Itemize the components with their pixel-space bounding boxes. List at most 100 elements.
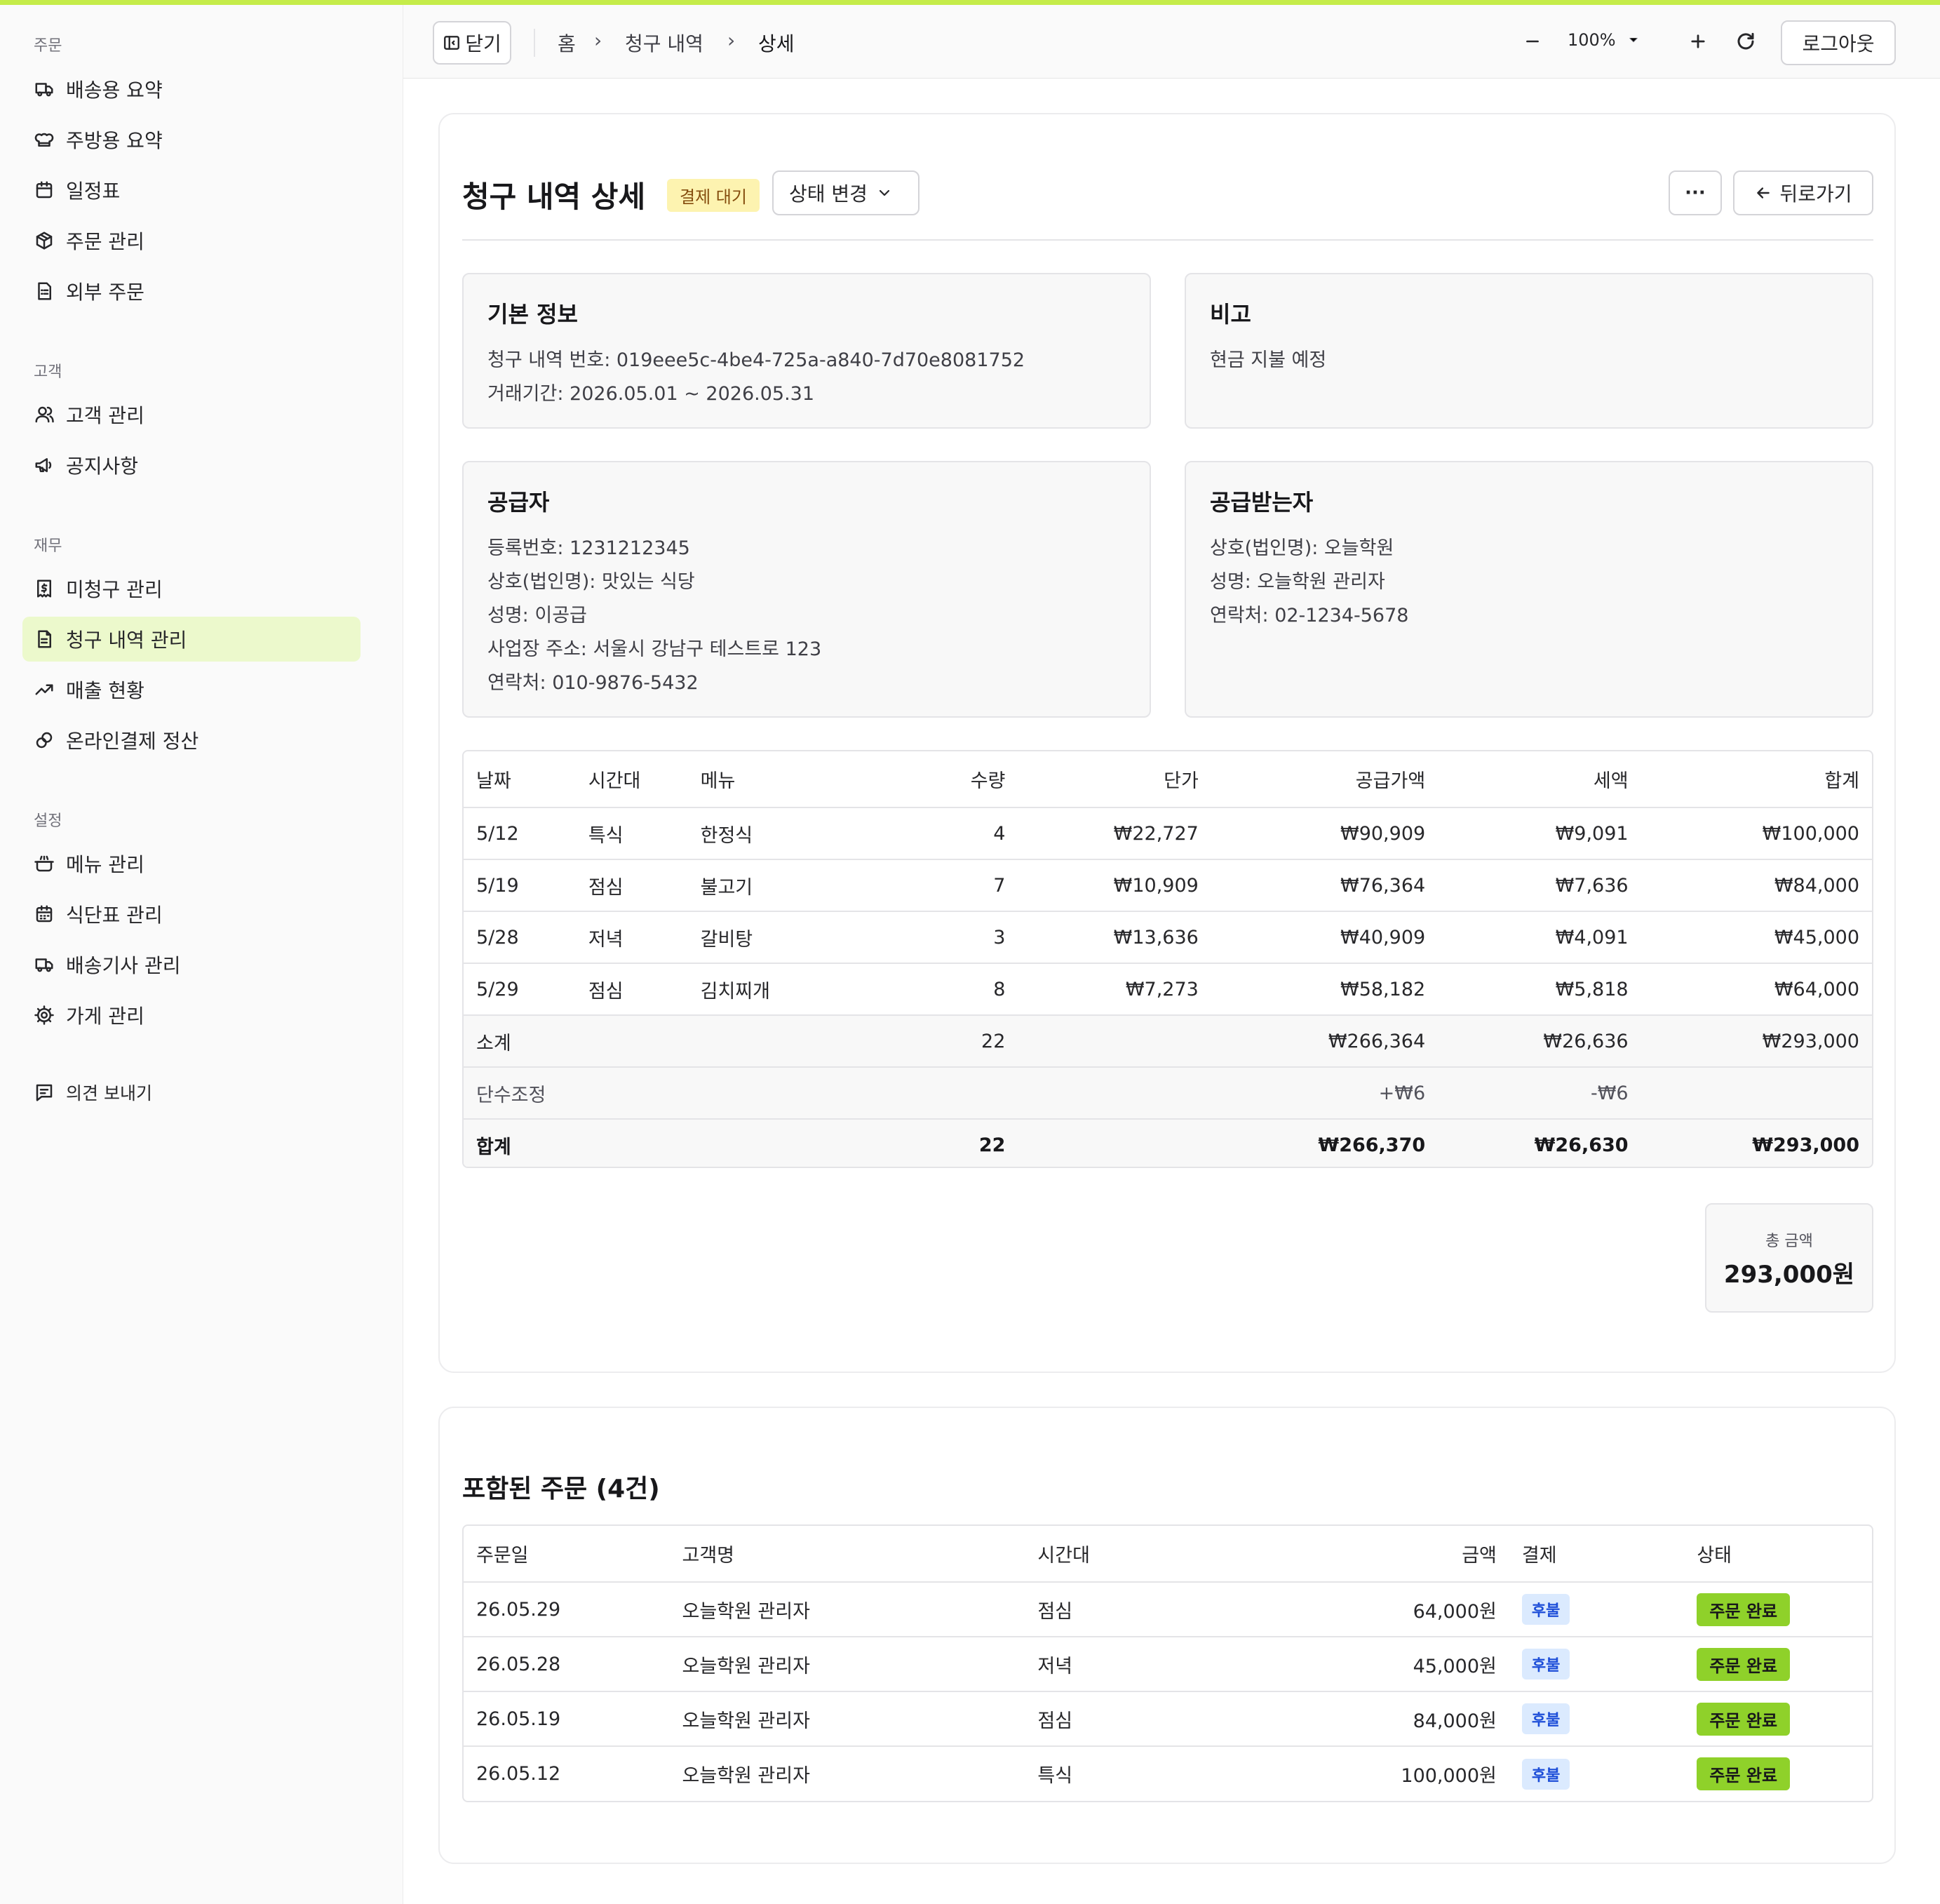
basic-info-panel: 기본 정보 청구 내역 번호: 019eee5c-4be4-725a-a840-… (462, 273, 1151, 429)
sidebar-item-delivery-summary[interactable]: 배송용 요약 (22, 67, 361, 112)
document-list-icon (32, 279, 56, 303)
sidebar-item-label: 온라인결제 정산 (66, 730, 199, 753)
cell-total: ₩64,000 (1641, 963, 1872, 1016)
grand-total-value: 293,000원 (1723, 1261, 1855, 1289)
table-row: 5/12 특식 한정식 4 ₩22,727 ₩90,909 ₩9,091 ₩10… (464, 807, 1872, 860)
total-row: 합계 22 ₩266,370 ₩26,630 ₩293,000 (464, 1119, 1872, 1167)
sidebar-item-label: 외부 주문 (66, 281, 144, 304)
zoom-in-button[interactable] (1684, 29, 1712, 57)
zoom-out-button[interactable] (1518, 29, 1547, 57)
recipient-panel: 공급받는자 상호(법인명): 오늘학원 성명: 오늘학원 관리자 연락처: 02… (1185, 461, 1873, 718)
status-change-label: 상태 변경 (789, 182, 868, 206)
close-sidebar-button[interactable]: 닫기 (433, 21, 511, 65)
table-row: 5/29 점심 김치찌개 8 ₩7,273 ₩58,182 ₩5,818 ₩64… (464, 963, 1872, 1016)
cell-date: 5/29 (464, 963, 576, 1016)
included-orders-card: 포함된 주문 (4건) 주문일 고객명 시간대 금액 결제 상태 26.05.2… (438, 1407, 1896, 1864)
transaction-period: 거래기간: 2026.05.01 ~ 2026.05.31 (487, 383, 815, 405)
sidebar-item-unbilled[interactable]: 미청구 관리 (22, 566, 361, 611)
cell-customer: 오늘학원 관리자 (682, 1765, 810, 1787)
sidebar-item-label: 주문 관리 (66, 230, 144, 253)
cell-date: 5/28 (464, 911, 576, 964)
cell-supply-amount: ₩40,909 (1211, 911, 1439, 964)
trending-up-icon (32, 678, 56, 702)
sidebar-item-sales[interactable]: 매출 현황 (22, 667, 361, 712)
order-row[interactable]: 26.05.28 오늘학원 관리자 저녁 45,000원 후불 주문 완료 (464, 1637, 1872, 1692)
logout-button[interactable]: 로그아웃 (1781, 20, 1896, 65)
more-options-button[interactable]: ··· (1669, 170, 1722, 215)
subtotal-tax: ₩26,636 (1438, 1015, 1641, 1068)
sidebar-item-online-settlement[interactable]: 온라인결제 정산 (22, 718, 361, 763)
breadcrumb-home[interactable]: 홈 (558, 29, 576, 57)
refresh-button[interactable] (1732, 29, 1760, 57)
sidebar-item-orders[interactable]: 주문 관리 (22, 218, 361, 263)
payment-badge: 후불 (1521, 1649, 1570, 1680)
chevron-down-icon (876, 185, 893, 201)
order-row[interactable]: 26.05.12 오늘학원 관리자 특식 100,000원 후불 주문 완료 (464, 1746, 1872, 1801)
topbar-divider (534, 29, 535, 57)
column-header: 합계 (1641, 751, 1872, 808)
sidebar-item-feedback[interactable]: 의견 보내기 (22, 1070, 361, 1115)
invoice-detail-card: 청구 내역 상세 결제 대기 상태 변경 ··· 뒤로가기 기본 정보 청구 내… (438, 113, 1896, 1373)
cell-total: ₩100,000 (1641, 807, 1872, 860)
zoom-select[interactable]: 100% (1568, 30, 1641, 50)
sidebar-item-label: 고객 관리 (66, 404, 144, 427)
cell-order-date: 26.05.12 (476, 1763, 561, 1785)
column-header: 시간대 (575, 751, 688, 808)
subtotal-supply: ₩266,364 (1211, 1015, 1439, 1068)
header-divider (462, 239, 1873, 241)
sidebar-item-kitchen-summary[interactable]: 주방용 요약 (22, 117, 361, 162)
minus-icon (1523, 32, 1542, 53)
order-status-badge: 주문 완료 (1697, 1757, 1791, 1790)
sidebar: 주문 배송용 요약 주방용 요약 일정표 주문 관리 외부 주문 고객 고객 관… (0, 5, 403, 1904)
column-header: 시간대 (1025, 1526, 1235, 1583)
column-header: 메뉴 (687, 751, 859, 808)
supplier-reg-number: 등록번호: 1231212345 (487, 537, 690, 559)
column-header: 단가 (1018, 751, 1211, 808)
grand-total-box: 총 금액 293,000원 (1705, 1203, 1873, 1313)
sidebar-section-title: 설정 (34, 812, 62, 830)
note-panel: 비고 현금 지불 예정 (1185, 273, 1873, 429)
sidebar-item-store[interactable]: 가게 관리 (22, 993, 361, 1038)
chevron-down-icon (1626, 32, 1641, 48)
sidebar-item-customers[interactable]: 고객 관리 (22, 392, 361, 437)
total-quantity: 22 (978, 1134, 1006, 1156)
orders-table: 주문일 고객명 시간대 금액 결제 상태 26.05.29 오늘학원 관리자 점… (462, 1524, 1873, 1802)
cell-supply-amount: ₩90,909 (1211, 807, 1439, 860)
supplier-company: 상호(법인명): 맛있는 식당 (487, 571, 695, 593)
note-title: 비고 (1210, 301, 1251, 328)
cell-time-slot: 저녁 (575, 911, 688, 964)
cell-amount: 64,000원 (1234, 1582, 1509, 1637)
cell-date: 5/12 (464, 807, 576, 860)
status-change-button[interactable]: 상태 변경 (772, 170, 920, 215)
cell-unit-price: ₩13,636 (1018, 911, 1211, 964)
sidebar-item-notices[interactable]: 공지사항 (22, 443, 361, 488)
chef-hat-icon (32, 128, 56, 152)
column-header: 날짜 (464, 751, 576, 808)
calendar-icon (32, 178, 56, 202)
table-row: 5/19 점심 불고기 7 ₩10,909 ₩76,364 ₩7,636 ₩84… (464, 859, 1872, 912)
cell-date: 5/19 (464, 859, 576, 912)
column-header: 결제 (1509, 1526, 1685, 1583)
cell-customer: 오늘학원 관리자 (669, 1691, 1025, 1747)
sidebar-item-external-orders[interactable]: 외부 주문 (22, 269, 361, 314)
sidebar-item-drivers[interactable]: 배송기사 관리 (22, 942, 361, 987)
rounding-row: 단수조정 +₩6 -₩6 (464, 1067, 1872, 1120)
sidebar-item-invoices[interactable]: 청구 내역 관리 (22, 617, 361, 662)
plus-icon (1688, 32, 1708, 54)
sidebar-item-schedule[interactable]: 일정표 (22, 168, 361, 213)
column-header: 상태 (1684, 1526, 1872, 1583)
sidebar-item-menu[interactable]: 메뉴 관리 (22, 841, 361, 886)
sidebar-item-label: 매출 현황 (66, 679, 144, 702)
sidebar-item-meal-plan[interactable]: 식단표 관리 (22, 892, 361, 937)
topbar: 닫기 홈 › 청구 내역 › 상세 100% 로그아웃 (403, 5, 1940, 79)
back-button[interactable]: 뒤로가기 (1733, 170, 1873, 215)
cell-order-date: 26.05.29 (464, 1582, 670, 1637)
order-row[interactable]: 26.05.19 오늘학원 관리자 점심 84,000원 후불 주문 완료 (464, 1691, 1872, 1747)
order-row[interactable]: 26.05.29 오늘학원 관리자 점심 64,000원 후불 주문 완료 (464, 1582, 1872, 1637)
breadcrumb-invoices[interactable]: 청구 내역 (625, 29, 703, 57)
order-status-badge: 주문 완료 (1697, 1593, 1791, 1626)
sidebar-item-label: 주방용 요약 (66, 129, 163, 152)
message-icon (32, 1080, 56, 1104)
cell-menu: 김치찌개 (687, 963, 859, 1016)
cell-unit-price: ₩10,909 (1018, 859, 1211, 912)
